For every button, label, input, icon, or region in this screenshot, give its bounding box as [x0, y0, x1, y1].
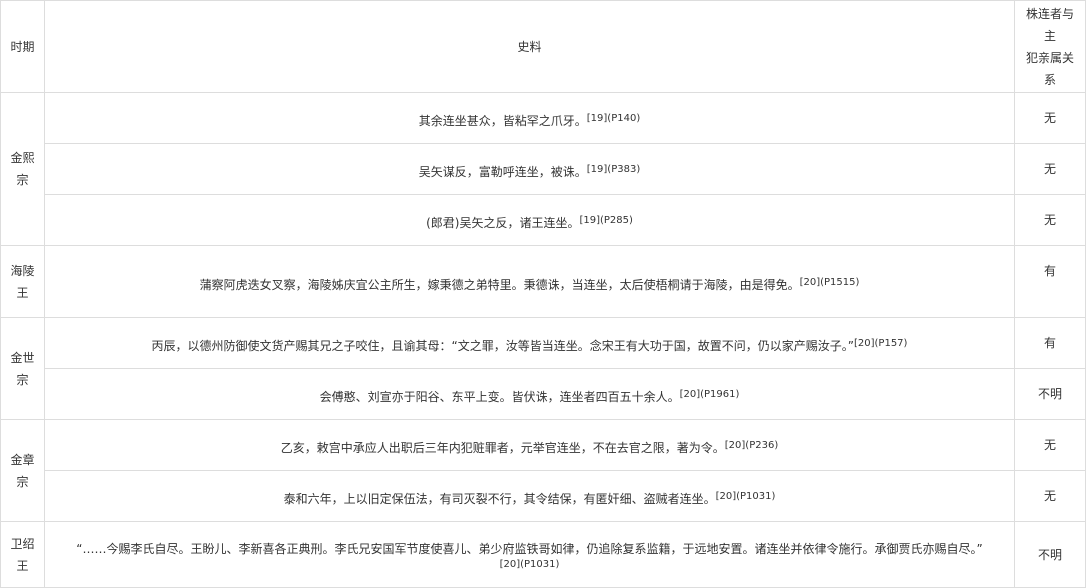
header-relation-line: 系: [1043, 72, 1056, 87]
citation-ref: [19](P140): [586, 113, 641, 124]
header-relation: 株连者与 主 犯亲属关 系: [1014, 0, 1086, 93]
period-cell: 卫绍 王: [0, 521, 45, 588]
source-text: 丙辰，以德州防御使文货产赐其兄之子咬住，且谕其母：“文之罪，汝等皆当连坐。念宋王…: [151, 339, 854, 353]
table-row: 金章 宗 乙亥，敕宫中承应人出职后三年内犯赃罪者，元举官连坐，不在去官之限，著为…: [0, 419, 1086, 522]
source-cell: 丙辰，以德州防御使文货产赐其兄之子咬住，且谕其母：“文之罪，汝等皆当连坐。念宋王…: [44, 317, 1015, 369]
period-line: 宗: [16, 372, 29, 387]
relation-cell: 无: [1014, 194, 1086, 246]
citation-ref: [19](P383): [586, 164, 641, 175]
header-period: 时期: [0, 0, 45, 93]
relation-cell: 不明: [1014, 368, 1086, 420]
relation-cell: 有: [1014, 245, 1086, 318]
source-cell: 吴矢谋反，富勒呼连坐，被诛。[19](P383): [44, 143, 1015, 195]
source-cell: “……今赐李氏自尽。王盼儿、李新喜各正典刑。李氏兄安国军节度使喜儿、弟少府监铁哥…: [44, 521, 1015, 588]
period-line: 金章: [10, 452, 35, 467]
history-table: 时期 史料 株连者与 主 犯亲属关 系 金熙 宗 其余连坐甚众，皆粘罕之爪牙。[…: [0, 0, 1086, 588]
period-line: 卫绍: [10, 536, 35, 551]
header-row: 时期 史料 株连者与 主 犯亲属关 系: [0, 0, 1086, 93]
source-cell: (郎君)吴矢之反，诸王连坐。[19](P285): [44, 194, 1015, 246]
source-cell: 蒲察阿虎迭女叉察，海陵姊庆宜公主所生，嫁秉德之弟特里。秉德诛，当连坐，太后使梧桐…: [44, 245, 1015, 318]
period-line: 王: [16, 558, 29, 573]
relation-cell: 无: [1014, 143, 1086, 195]
header-relation-line: 犯亲属关: [1025, 50, 1074, 65]
period-line: 王: [16, 285, 29, 300]
period-cell: 金世 宗: [0, 317, 45, 420]
source-cell: 其余连坐甚众，皆粘罕之爪牙。[19](P140): [44, 92, 1015, 144]
citation-ref: [20](P236): [724, 440, 779, 451]
citation-ref: [20](P1961): [679, 389, 740, 400]
header-relation-line: 主: [1043, 28, 1056, 43]
relation-cell: 不明: [1014, 521, 1086, 588]
period-cell: 金章 宗: [0, 419, 45, 522]
period-line: 金世: [10, 350, 35, 365]
table-row: 会傅憨、刘宣亦于阳谷、东平上变。皆伏诛，连坐者四百五十余人。[20](P1961…: [1, 368, 1086, 420]
citation-ref: [20](P1031): [715, 491, 776, 502]
source-text: 会傅憨、刘宣亦于阳谷、东平上变。皆伏诛，连坐者四百五十余人。: [319, 390, 680, 404]
source-text: (郎君)吴矢之反，诸王连坐。: [426, 216, 580, 230]
source-text: 泰和六年，上以旧定保伍法，有司灭裂不行，其令结保，有匿奸细、盗贼者连坐。: [283, 492, 716, 506]
source-text: 吴矢谋反，富勒呼连坐，被诛。: [418, 165, 587, 179]
table-row: 金熙 宗 其余连坐甚众，皆粘罕之爪牙。[19](P140) 无: [0, 92, 1086, 246]
table-row: 吴矢谋反，富勒呼连坐，被诛。[19](P383) 无: [1, 143, 1086, 195]
header-source: 史料: [44, 0, 1015, 93]
table-row: 泰和六年，上以旧定保伍法，有司灭裂不行，其令结保，有匿奸细、盗贼者连坐。[20]…: [1, 470, 1086, 522]
period-line: 海陵: [10, 263, 35, 278]
period-cell: 海陵 王: [0, 245, 45, 318]
table-row: 卫绍 王 “……今赐李氏自尽。王盼儿、李新喜各正典刑。李氏兄安国军节度使喜儿、弟…: [0, 521, 1086, 588]
relation-cell: 有: [1014, 317, 1086, 369]
citation-ref: [20](P1515): [799, 276, 860, 288]
header-relation-line: 株连者与: [1025, 6, 1074, 21]
table-row: 海陵 王 蒲察阿虎迭女叉察，海陵姊庆宜公主所生，嫁秉德之弟特里。秉德诛，当连坐，…: [0, 245, 1086, 318]
period-line: 宗: [16, 173, 29, 187]
citation-ref: [20](P1031): [499, 558, 560, 570]
source-text: 蒲察阿虎迭女叉察，海陵姊庆宜公主所生，嫁秉德之弟特里。秉德诛，当连坐，太后使梧桐…: [199, 277, 800, 292]
relation-cell: 无: [1014, 92, 1086, 144]
source-text: 其余连坐甚众，皆粘罕之爪牙。: [418, 114, 587, 128]
period-line: 金熙: [10, 151, 35, 165]
relation-cell: 无: [1014, 470, 1086, 522]
source-cell: 乙亥，敕宫中承应人出职后三年内犯赃罪者，元举官连坐，不在去官之限，著为令。[20…: [44, 419, 1015, 471]
source-text: 乙亥，敕宫中承应人出职后三年内犯赃罪者，元举官连坐，不在去官之限，著为令。: [280, 441, 725, 455]
source-cell: 泰和六年，上以旧定保伍法，有司灭裂不行，其令结保，有匿奸细、盗贼者连坐。[20]…: [44, 470, 1015, 522]
table-row: (郎君)吴矢之反，诸王连坐。[19](P285) 无: [1, 194, 1086, 246]
period-cell: 金熙 宗: [0, 92, 45, 246]
relation-cell: 无: [1014, 419, 1086, 471]
citation-ref: [19](P285): [579, 215, 633, 226]
source-text: “……今赐李氏自尽。王盼儿、李新喜各正典刑。李氏兄安国军节度使喜儿、弟少府监铁哥…: [76, 541, 983, 556]
source-cell: 会傅憨、刘宣亦于阳谷、东平上变。皆伏诛，连坐者四百五十余人。[20](P1961…: [44, 368, 1015, 420]
period-line: 宗: [16, 474, 29, 489]
citation-ref: [20](P157): [854, 338, 908, 349]
table-row: 金世 宗 丙辰，以德州防御使文货产赐其兄之子咬住，且谕其母：“文之罪，汝等皆当连…: [0, 317, 1086, 420]
